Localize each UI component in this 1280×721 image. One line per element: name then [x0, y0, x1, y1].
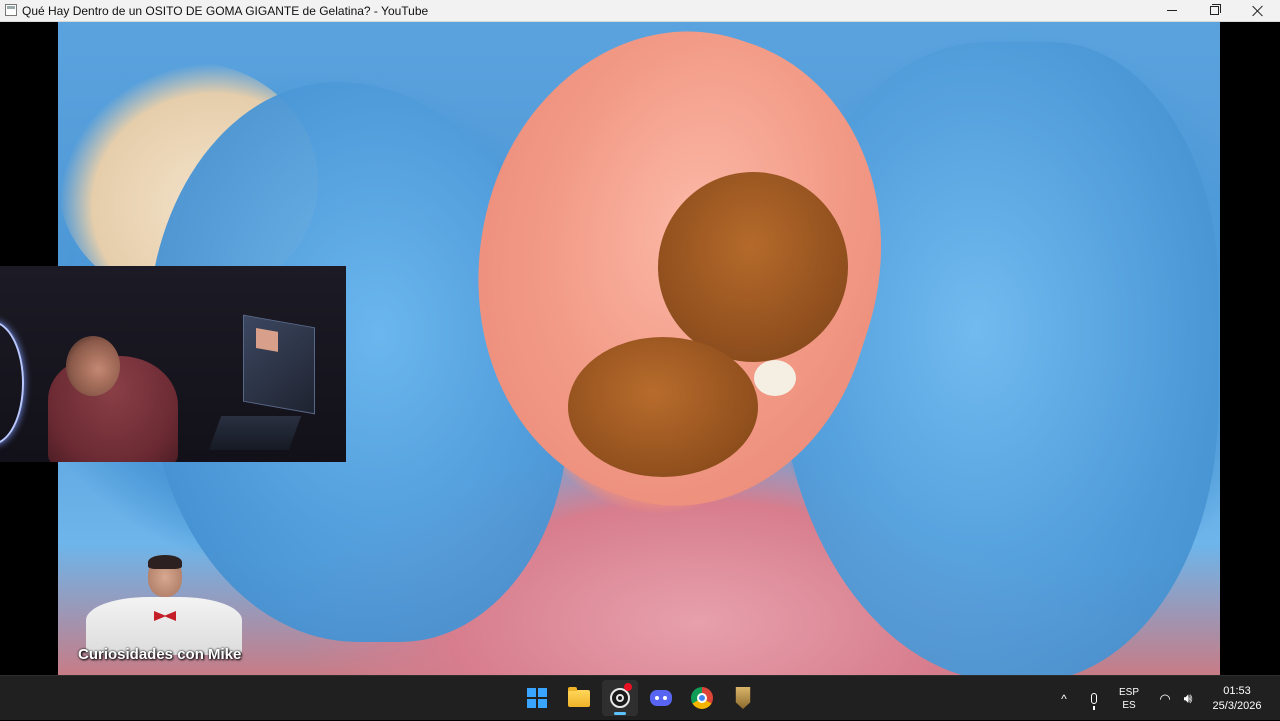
volume-button[interactable]: 🔊︎ [1177, 676, 1199, 721]
video-gummy-tooth [754, 360, 796, 396]
webcam-overlay [0, 266, 346, 462]
speaker-icon: 🔊︎ [1183, 690, 1193, 706]
recording-indicator-icon [624, 683, 632, 691]
folder-icon [568, 686, 590, 707]
window-titlebar: Qué Hay Dentro de un OSITO DE GOMA GIGAN… [0, 0, 1280, 22]
chevron-up-icon: ^ [1061, 691, 1067, 706]
network-button[interactable]: ◠ [1155, 676, 1175, 721]
restore-icon [1209, 4, 1221, 15]
app-window-icon [5, 4, 17, 16]
channel-presenter-image [80, 555, 242, 655]
wifi-icon: ◠ [1159, 690, 1171, 706]
ring-light-shape [0, 321, 24, 445]
close-button[interactable] [1236, 0, 1280, 21]
streamer-head [66, 336, 120, 396]
taskbar: ^ ESP ES ◠ 🔊︎ 01:53 25/3/2026 [0, 675, 1280, 720]
league-icon [735, 687, 751, 709]
keyboard-layout: ES [1122, 699, 1136, 711]
taskbar-file-explorer[interactable] [561, 680, 597, 716]
webcam-keyboard-shape [208, 416, 302, 450]
clock-date: 25/3/2026 [1212, 699, 1262, 712]
clock-time: 01:53 [1223, 684, 1251, 697]
taskbar-league[interactable] [725, 680, 761, 716]
language-indicator[interactable]: ESP ES [1112, 676, 1146, 721]
taskbar-obs[interactable] [602, 680, 638, 716]
discord-icon [650, 690, 672, 706]
channel-watermark: Curiosidades con Mike [78, 646, 242, 663]
chrome-icon [691, 687, 713, 709]
minimize-button[interactable] [1150, 0, 1194, 21]
obs-icon [610, 688, 630, 708]
window-title: Qué Hay Dentro de un OSITO DE GOMA GIGAN… [22, 4, 429, 18]
video-gummy-organ-lower [568, 337, 758, 477]
minimize-icon [1167, 10, 1177, 11]
language-code: ESP [1118, 686, 1139, 698]
webcam-monitor-shape [243, 314, 315, 415]
windows-start-icon [527, 688, 547, 708]
close-icon [1252, 5, 1264, 17]
maximize-button[interactable] [1192, 0, 1236, 21]
start-button[interactable] [519, 680, 555, 716]
presenter-hair [148, 555, 182, 569]
microphone-icon [1091, 693, 1097, 710]
taskbar-chrome[interactable] [684, 680, 720, 716]
microphone-button[interactable] [1084, 676, 1104, 721]
taskbar-discord[interactable] [643, 680, 679, 716]
tray-overflow-button[interactable]: ^ [1054, 676, 1074, 721]
clock[interactable]: 01:53 25/3/2026 [1204, 676, 1270, 721]
